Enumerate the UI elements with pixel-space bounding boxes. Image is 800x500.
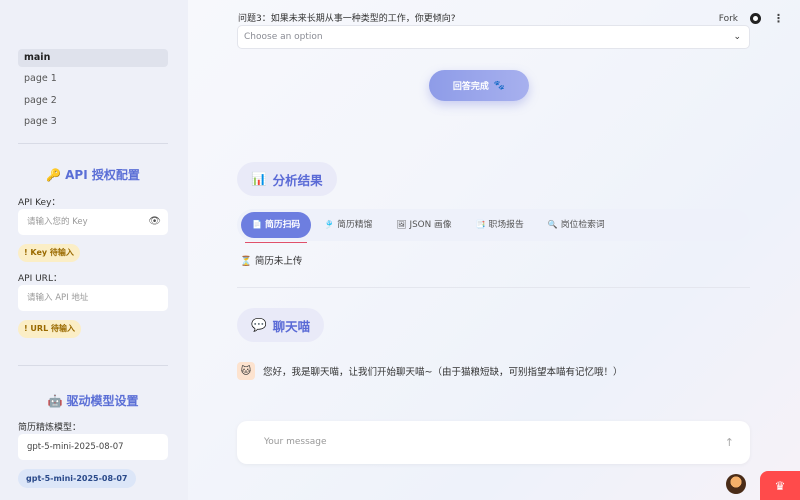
tab-resume-scan[interactable]: 📄 简历扫码 — [241, 212, 312, 243]
analysis-section-title: 📊 分析结果 — [237, 162, 337, 196]
main-content: Fork ⋮ 问题3：如果未来长期从事一种类型的工作，你更倾向? Choose … — [188, 0, 800, 500]
tab-job-keywords[interactable]: 🔍 岗位检索词 — [537, 212, 616, 238]
sidebar-nav: main page 1 page 2 page 3 — [18, 49, 168, 135]
search-icon: 🔍 — [547, 220, 558, 229]
cat-avatar-icon: 🐱 — [237, 362, 255, 380]
sidebar-divider — [18, 143, 168, 144]
avatar[interactable] — [726, 474, 746, 494]
send-arrow-icon[interactable]: ↑ — [725, 421, 734, 464]
eye-icon[interactable]: 👁 — [148, 209, 161, 235]
api-key-warning-badge: ! Key 待输入 — [18, 244, 80, 262]
question-label: 问题3：如果未来长期从事一种类型的工作，你更倾向? — [238, 14, 456, 24]
chat-input[interactable]: Your message ↑ — [237, 421, 750, 464]
nav-item-page-2[interactable]: page 2 — [18, 92, 168, 110]
api-key-placeholder: 请输入您的 Key — [27, 217, 88, 227]
nav-item-main[interactable]: main — [18, 49, 168, 67]
top-toolbar: Fork ⋮ — [719, 12, 784, 25]
refine-model-input[interactable]: gpt-5-mini-2025-08-07 — [18, 434, 168, 460]
chat-section-title: 💬 聊天喵 — [237, 308, 325, 342]
api-url-placeholder: 请输入 API 地址 — [27, 293, 89, 303]
github-icon[interactable] — [750, 13, 761, 24]
resume-status-text: 简历未上传 — [254, 256, 303, 267]
tab-label: 岗位检索词 — [560, 220, 605, 230]
question-select-placeholder: Choose an option — [244, 32, 323, 42]
sidebar: main page 1 page 2 page 3 🔑 API 授权配置 API … — [0, 0, 188, 500]
model-section-title: 🤖 驱动模型设置 — [18, 392, 168, 409]
refine-model-label: 简历精炼模型： — [18, 423, 82, 433]
speech-bubble-icon: 💬 — [251, 317, 267, 332]
chat-message-text: 您好，我是聊天喵，让我们开始聊天喵~（由于猫粮短缺，可别指望本喵有记忆哦！） — [263, 367, 623, 378]
tab-json-profile[interactable]: 🖼 JSON 画像 — [385, 212, 462, 238]
fork-link[interactable]: Fork — [719, 14, 738, 24]
api-url-label: API URL： — [18, 274, 62, 284]
resume-status: ⏳ 简历未上传 — [240, 253, 302, 267]
refine-model-chip: gpt-5-mini-2025-08-07 — [18, 469, 136, 488]
tab-label: 简历精馏 — [337, 220, 373, 230]
crown-badge-icon[interactable]: ♛ — [760, 471, 800, 500]
api-key-input[interactable]: 请输入您的 Key 👁 — [18, 209, 168, 235]
chat-input-placeholder: Your message — [264, 437, 327, 447]
api-section-title: 🔑 API 授权配置 — [18, 166, 168, 183]
submit-answers-button[interactable]: 回答完成 🐾 — [429, 70, 529, 101]
submit-answers-label: 回答完成 — [452, 81, 489, 91]
key-icon: 🔑 — [46, 168, 62, 182]
question-select[interactable]: Choose an option ⌄ — [237, 25, 750, 49]
bar-chart-icon: 📊 — [251, 171, 267, 186]
api-url-warning-badge: ! URL 待输入 — [18, 320, 81, 338]
nav-item-page-3[interactable]: page 3 — [18, 113, 168, 131]
api-key-label: API Key： — [18, 198, 61, 208]
wind-chime-icon: 🎐 — [324, 220, 335, 229]
picture-icon: 🖼 — [396, 220, 407, 229]
tab-resume-refine[interactable]: 🎐 简历精馏 — [313, 212, 383, 238]
model-section-title-text: 驱动模型设置 — [66, 394, 139, 408]
document-icon: 📄 — [252, 220, 262, 229]
tab-label: 简历扫码 — [264, 220, 301, 230]
analysis-tabs: 📄 简历扫码 🎐 简历精馏 🖼 JSON 画像 📑 职场报告 🔍 岗位检索词 — [237, 209, 750, 243]
tab-label: 职场报告 — [488, 220, 524, 230]
api-section-title-text: API 授权配置 — [65, 168, 140, 182]
api-url-input[interactable]: 请输入 API 地址 — [18, 285, 168, 311]
nav-item-page-1[interactable]: page 1 — [18, 70, 168, 88]
analysis-title-text: 分析结果 — [272, 172, 323, 188]
refine-model-value: gpt-5-mini-2025-08-07 — [27, 442, 124, 452]
kebab-menu-icon[interactable]: ⋮ — [773, 12, 784, 25]
chevron-down-icon: ⌄ — [733, 32, 741, 42]
robot-icon: 🤖 — [47, 394, 63, 408]
tab-label: JSON 画像 — [409, 220, 452, 230]
sidebar-divider — [18, 365, 168, 366]
report-icon: 📑 — [475, 220, 486, 229]
paw-icon: 🐾 — [493, 80, 506, 90]
tab-career-report[interactable]: 📑 职场报告 — [465, 212, 535, 238]
chat-message: 🐱 您好，我是聊天喵，让我们开始聊天喵~（由于猫粮短缺，可别指望本喵有记忆哦！） — [237, 362, 622, 380]
chat-title-text: 聊天喵 — [272, 318, 311, 334]
section-divider — [237, 287, 750, 288]
hourglass-icon: ⏳ — [240, 256, 252, 267]
